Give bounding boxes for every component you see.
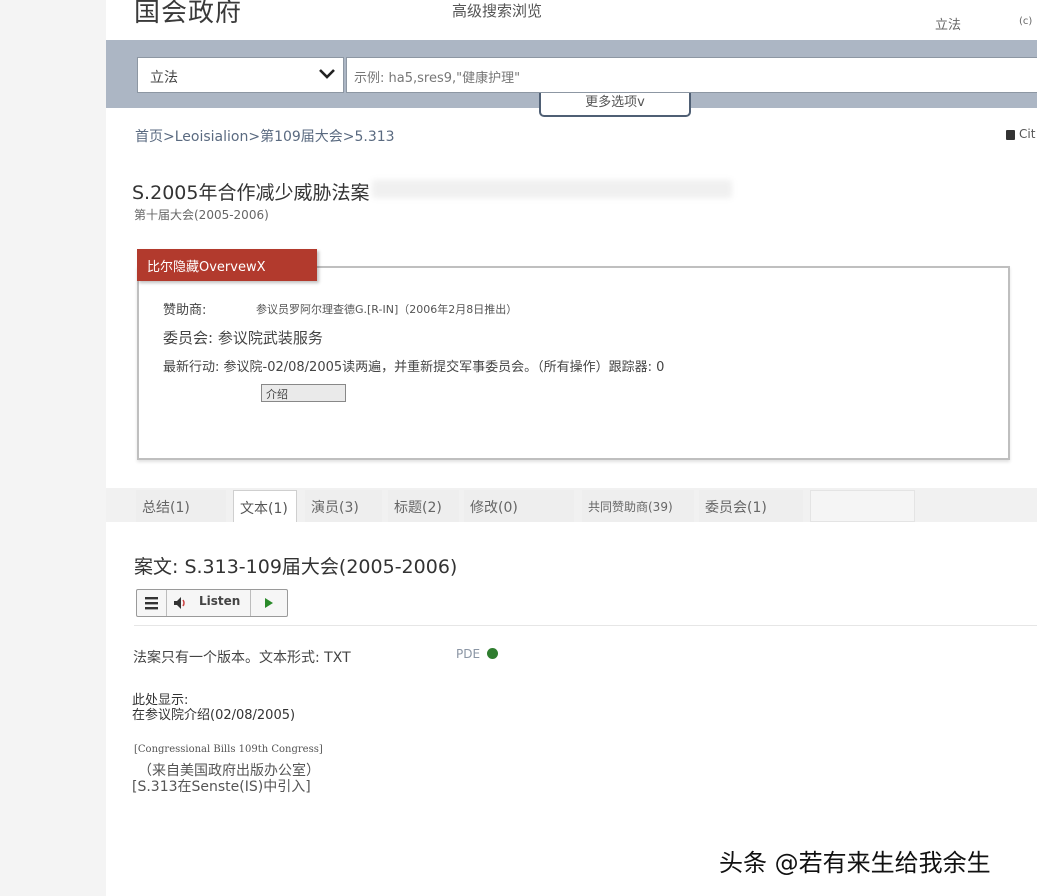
speaker-icon (174, 597, 185, 609)
latest-action-line: 最新行动: 参议院-02/08/2005读两遍，并重新提交军事委员会。（所有操作… (163, 360, 665, 375)
tab-summary[interactable]: 总结(1) (136, 490, 226, 522)
committee-line: 委员会: 参议院武装服务 (163, 329, 323, 347)
bill-title: S.2005年合作减少威胁法案 (132, 182, 370, 204)
sponsor-label: 赞助商: (163, 303, 207, 318)
play-icon (265, 598, 273, 608)
listen-label: Listen (199, 594, 241, 608)
pdf-info-icon[interactable] (487, 648, 498, 659)
site-title[interactable]: 国会政府 (134, 0, 242, 29)
tab-cosponsors[interactable]: 共同赞助商(39) (582, 490, 694, 522)
pdf-link[interactable]: PDE (456, 647, 480, 661)
play-button[interactable] (250, 590, 287, 616)
tab-related[interactable] (810, 490, 915, 522)
tab-titles[interactable]: 标题(2) (388, 490, 459, 522)
search-scope-select[interactable]: 立法 (137, 57, 344, 93)
breadcrumb[interactable]: 首页>Leoisialion>第109届大会>5.313 (135, 126, 395, 146)
top-nav-legislation-link[interactable]: 立法 (935, 14, 961, 33)
player-menu[interactable] (137, 590, 167, 616)
introduced-status-button[interactable]: 介绍 (261, 384, 346, 402)
tab-committees[interactable]: 委员会(1) (699, 490, 803, 522)
search-input[interactable]: 示例: ha5,sres9,"健康护理" (346, 57, 1037, 93)
left-gutter (0, 0, 106, 896)
congressional-bills-line: [Congressional Bills 109th Congress] (134, 744, 323, 755)
introduced-in-senate-line: [S.313在Senste(IS)中引入] (132, 779, 311, 795)
shown-here-block: 此处显示: 在参议院介绍(02/08/2005) (132, 693, 295, 723)
watermark: 头条 @若有来生给我余生 (719, 849, 991, 877)
text-heading: 案文: S.313-109届大会(2005-2006) (134, 556, 458, 578)
cite-link[interactable]: Cit (1019, 127, 1035, 141)
top-nav-cut-link[interactable]: (c) (1019, 16, 1032, 27)
advanced-search-link[interactable]: 高级搜索浏览 (452, 0, 542, 21)
menu-icon (145, 597, 158, 610)
shown-here-date: 在参议院介绍(02/08/2005) (132, 708, 296, 723)
shown-here-label: 此处显示: (132, 693, 189, 708)
cite-icon[interactable] (1006, 130, 1015, 140)
hide-overview-toggle[interactable]: 比尔隐藏OvervewX (137, 249, 317, 281)
divider (134, 625, 1037, 626)
search-scope-value: 立法 (150, 70, 178, 86)
congress-session: 第十届大会(2005-2006) (134, 208, 269, 222)
tab-actions[interactable]: 演员(3) (305, 490, 382, 522)
chevron-down-icon (319, 69, 335, 79)
sponsor-value[interactable]: 参议员罗阿尔理查德G.[R-IN]（2006年2月8日推出） (256, 301, 517, 317)
blurred-title-tail (372, 180, 732, 198)
tab-amendments[interactable]: 修改(0) (464, 490, 574, 522)
version-note: 法案只有一个版本。文本形式: TXT (133, 650, 351, 666)
tab-text[interactable]: 文本(1) (233, 490, 297, 522)
more-options-toggle[interactable]: 更多选项v (539, 93, 691, 117)
